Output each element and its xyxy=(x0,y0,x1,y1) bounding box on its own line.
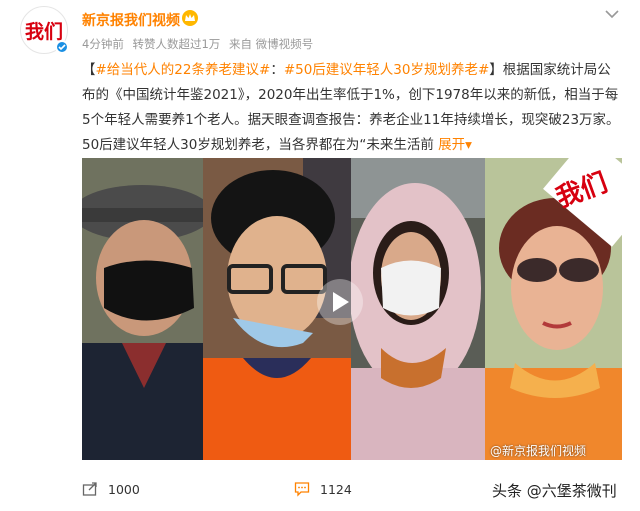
post-meta: 4分钟前 转赞人数超过1万 来自 微博视频号 xyxy=(82,36,318,52)
post-header: 我们 新京报我们视频 4分钟前 转赞人数超过1万 来自 微博视频号 xyxy=(0,0,640,60)
share-count: 1000 xyxy=(108,481,140,497)
chevron-down-icon[interactable]: ▾ xyxy=(465,137,472,153)
repost-stats: 转赞人数超过1万 xyxy=(132,37,221,51)
share-button[interactable]: 1000 xyxy=(82,481,140,497)
source-watermark: 头条 @六堡茶微刊 xyxy=(492,482,617,500)
share-icon xyxy=(82,482,97,496)
hashtag-link[interactable]: #50后建议年轻人30岁规划养老# xyxy=(284,62,489,78)
comment-count: 1124 xyxy=(320,481,352,497)
video-frame-4: 我们 xyxy=(485,158,622,460)
bracket-open: 【 xyxy=(82,62,96,78)
chevron-down-icon[interactable] xyxy=(604,8,620,20)
post-time[interactable]: 4分钟前 xyxy=(82,37,124,51)
verified-badge-icon xyxy=(55,40,69,54)
post-text: 【#给当代人的22条养老建议#：#50后建议年轻人30岁规划养老#】根据国家统计… xyxy=(82,58,622,158)
comment-button[interactable]: 1124 xyxy=(294,481,352,497)
svg-text:我们: 我们 xyxy=(25,20,63,43)
post-source[interactable]: 来自 微博视频号 xyxy=(229,37,313,51)
video-watermark: @新京报我们视频 xyxy=(490,444,587,458)
expand-link[interactable]: 展开 xyxy=(438,137,465,153)
hashtag-link[interactable]: #给当代人的22条养老建议# xyxy=(96,62,271,78)
comment-icon xyxy=(294,482,310,497)
video-frame-1 xyxy=(82,158,203,460)
video-frame-3 xyxy=(351,158,485,460)
separator: ： xyxy=(270,62,284,78)
play-button[interactable] xyxy=(317,279,363,325)
play-icon xyxy=(333,292,349,312)
account-name[interactable]: 新京报我们视频 xyxy=(82,10,180,30)
crown-icon xyxy=(182,10,198,26)
